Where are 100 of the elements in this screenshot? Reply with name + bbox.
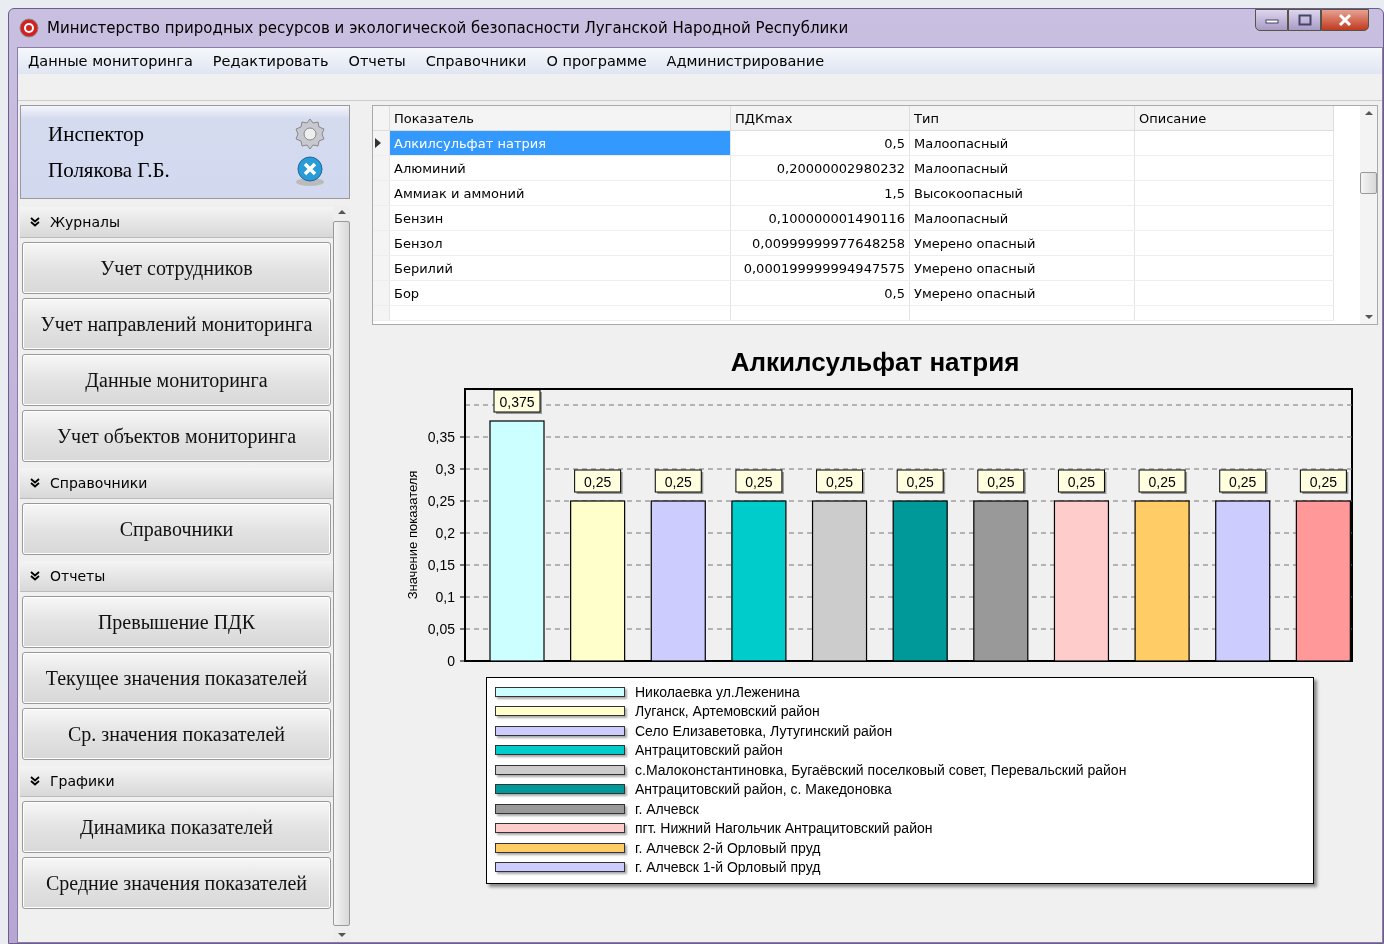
legend-label: с.Малоконстантиновка, Бугаёвский поселковый совет, Перевальский район [635, 761, 1127, 778]
table-row[interactable]: Берилий 0,000199999994947575 Умерено опасный [373, 255, 1334, 281]
user-role: Инспектор [48, 121, 145, 147]
legend-label: Село Елизаветовка, Лутугинский район [635, 722, 893, 739]
chevron-down-icon [30, 217, 40, 227]
data-label: 0,25 [1309, 474, 1338, 490]
scroll-up-icon[interactable] [1364, 110, 1373, 116]
sidebar-button[interactable]: Учет объектов мониторинга [22, 410, 331, 462]
minimize-icon [1264, 16, 1279, 24]
table-cell: Малоопасный [914, 210, 1009, 226]
sidebar-button[interactable]: Справочники [22, 503, 331, 555]
scroll-down-icon[interactable] [1364, 314, 1373, 320]
data-label: 0,375 [499, 394, 535, 410]
menu-item[interactable]: Редактировать [212, 53, 329, 69]
axis-tick-label: 0,2 [435, 525, 455, 541]
menu-item[interactable]: Справочники [425, 53, 527, 69]
settings-icon[interactable] [293, 117, 327, 151]
scroll-thumb[interactable] [1360, 172, 1377, 194]
column-header[interactable]: Тип [909, 106, 1135, 131]
table-cell: Бор [394, 285, 420, 301]
data-label: 0,25 [1138, 469, 1186, 493]
chevron-down-icon [30, 478, 40, 488]
legend-label: Луганск, Артемовский район [635, 703, 820, 720]
table-cell: 0,100000001490116 [768, 210, 905, 226]
sidebar-button[interactable]: Динамика показателей [22, 801, 331, 853]
sidebar-button[interactable]: Учет сотрудников [22, 242, 331, 294]
axis-tick-label: 0,35 [427, 429, 455, 445]
close-icon [1338, 14, 1352, 26]
app-logo-icon [19, 18, 39, 38]
table-cell: Умерено опасный [914, 260, 1036, 276]
table-cell: Умерено опасный [914, 285, 1036, 301]
data-label: 0,25 [1229, 474, 1257, 490]
maximize-button[interactable] [1288, 9, 1321, 31]
data-label: 0,25 [735, 469, 783, 493]
sidebar-button[interactable]: Средние значения показателей [22, 857, 331, 909]
sidebar-group-header[interactable]: Справочники [20, 468, 333, 499]
table-cell: Высокоопасный [914, 185, 1023, 201]
axis-tick-label: 0,1 [435, 589, 455, 605]
data-label: 0,25 [745, 474, 773, 490]
table-row[interactable]: Аммиак и аммоний 1,5 Высокоопасный [373, 180, 1334, 206]
column-header[interactable]: Показатель [389, 106, 731, 131]
user-name: Полякова Г.Б. [48, 157, 170, 183]
table-cell: Алюминий [394, 160, 466, 176]
scroll-up-icon[interactable] [337, 209, 346, 215]
maximize-icon [1297, 14, 1312, 26]
table-cell: Аммиак и аммоний [394, 185, 525, 201]
legend-label: Антрацитовский район [635, 742, 783, 759]
data-label: 0,25 [584, 474, 612, 490]
table-cell: Алкилсульфат натрия [394, 135, 546, 151]
data-label: 0,25 [816, 469, 864, 493]
sidebar-button[interactable]: Учет направлений мониторинга [22, 298, 331, 350]
sidebar-button[interactable]: Текущее значения показателей [22, 652, 331, 704]
sidebar-button[interactable]: Превышение ПДК [22, 596, 331, 648]
close-icon[interactable] [293, 153, 327, 187]
menu-item[interactable]: Данные мониторинга [28, 53, 193, 69]
menu-item[interactable]: Отчеты [348, 53, 406, 69]
column-header[interactable]: ПДКmax [730, 106, 910, 131]
data-label: 0,25 [1057, 469, 1105, 493]
legend-label: г. Алчевск 1-й Орловый пруд [635, 859, 821, 876]
chevron-down-icon [30, 571, 40, 581]
table-cell: Малоопасный [914, 135, 1009, 151]
sidebar-button[interactable]: Ср. значения показателей [22, 708, 331, 760]
table-row[interactable]: Бензин 0,100000001490116 Малоопасный [373, 205, 1334, 231]
data-label: 0,25 [664, 474, 693, 490]
data-label: 0,375 [493, 389, 541, 413]
table-row[interactable]: Бензол 0,00999999977648258 Умерено опасный [373, 230, 1334, 256]
scroll-down-icon[interactable] [337, 932, 346, 938]
axis-title: Значение показателя [405, 470, 420, 600]
menu-item[interactable]: Администрирование [666, 53, 825, 69]
menu-item[interactable]: О программе [546, 53, 647, 69]
chevron-down-icon [30, 776, 40, 786]
table-row[interactable]: Бор 0,5 Умерено опасный [373, 280, 1334, 306]
table-row[interactable]: Алкилсульфат натрия 0,5 Малоопасный [373, 130, 1334, 156]
table-cell: 0,5 [884, 285, 905, 301]
legend-label: Антрацитовский район, с. Македоновка [635, 781, 892, 798]
sidebar-group-header[interactable]: Графики [20, 766, 333, 797]
axis-tick-label: 0 [447, 653, 455, 669]
data-label: 0,25 [1219, 469, 1267, 493]
scroll-thumb[interactable] [333, 221, 350, 926]
data-label: 0,25 [906, 474, 935, 490]
sidebar-button[interactable]: Данные мониторинга [22, 354, 331, 406]
table-cell: 0,5 [884, 135, 905, 151]
minimize-button[interactable] [1255, 9, 1288, 31]
chart-title: Алкилсульфат натрия [730, 347, 1020, 377]
axis-tick-label: 0,15 [427, 557, 455, 573]
row-pointer-icon [375, 137, 381, 148]
sidebar-group-header[interactable]: Журналы [20, 207, 333, 238]
table-row[interactable]: Алюминий 0,20000002980232 Малоопасный [373, 155, 1334, 181]
column-header[interactable]: Описание [1134, 106, 1334, 131]
close-button[interactable] [1321, 9, 1369, 31]
legend-label: г. Алчевск [635, 800, 699, 817]
table-cell: Малоопасный [914, 160, 1009, 176]
table-cell: Бензин [394, 210, 444, 226]
table-cell: 0,000199999994947575 [743, 260, 905, 276]
data-label: 0,25 [1148, 474, 1176, 490]
sidebar-group-header[interactable]: Отчеты [20, 561, 333, 592]
data-label: 0,25 [654, 469, 702, 493]
table-cell: 0,20000002980232 [776, 160, 905, 176]
data-label: 0,25 [977, 469, 1025, 493]
data-label: 0,25 [825, 474, 854, 490]
